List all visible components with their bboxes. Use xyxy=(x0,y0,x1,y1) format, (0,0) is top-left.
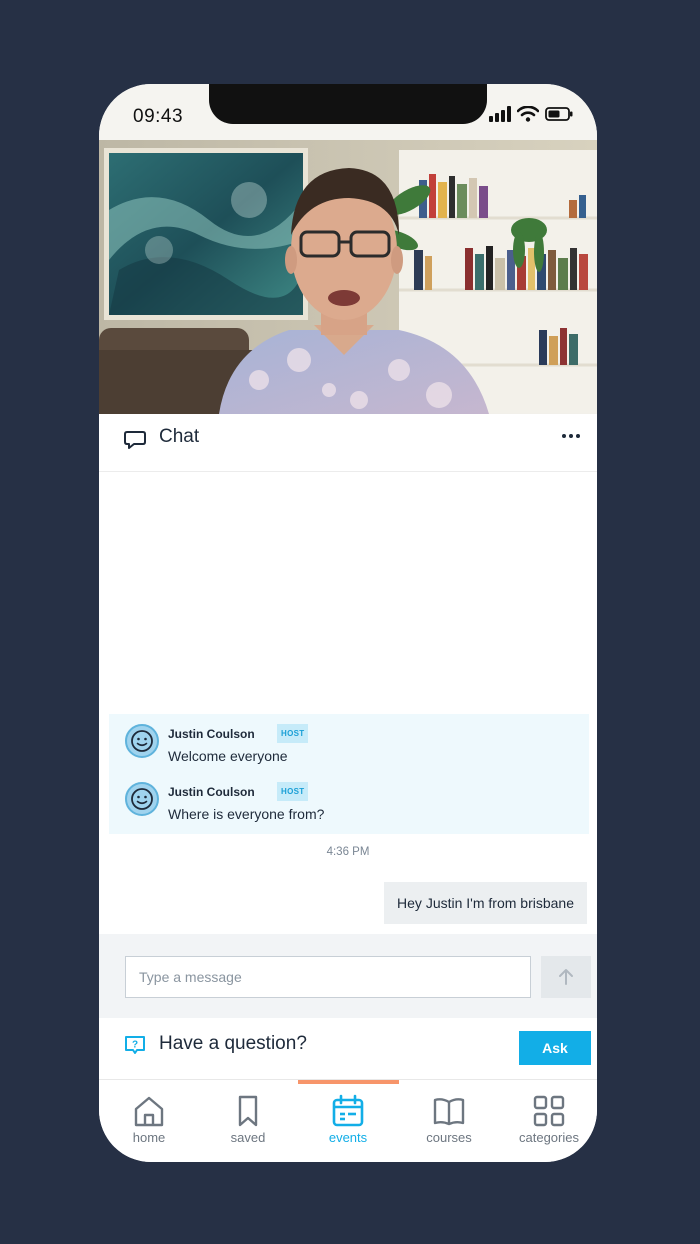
more-dot xyxy=(576,434,580,438)
bookmark-icon xyxy=(238,1095,258,1127)
nav-item-home[interactable]: home xyxy=(99,1094,199,1154)
smiley-icon xyxy=(131,730,153,752)
chat-messages[interactable]: Justin Coulson HOST Welcome everyone Jus… xyxy=(99,472,597,934)
send-button[interactable] xyxy=(541,956,591,998)
arrow-up-icon xyxy=(559,969,573,985)
home-icon xyxy=(134,1096,164,1127)
active-tab-indicator xyxy=(298,1080,399,1084)
grid-icon xyxy=(533,1095,565,1127)
nav-item-courses[interactable]: courses xyxy=(399,1094,499,1154)
message-composer xyxy=(99,934,597,1018)
nav-label: home xyxy=(132,1130,166,1145)
message-input[interactable] xyxy=(125,956,531,998)
wifi-icon xyxy=(517,106,539,122)
host-messages-block: Justin Coulson HOST Welcome everyone Jus… xyxy=(109,714,589,834)
chat-bubble-icon xyxy=(124,431,146,449)
chat-message: Justin Coulson HOST Welcome everyone xyxy=(125,724,565,768)
message-timestamp: 4:36 PM xyxy=(326,846,370,858)
chat-header: Chat xyxy=(99,414,597,472)
chat-message: Justin Coulson HOST Where is everyone fr… xyxy=(125,782,565,826)
book-icon xyxy=(433,1098,465,1126)
message-author: Justin Coulson xyxy=(168,727,255,741)
status-icons xyxy=(489,106,573,122)
nav-item-events[interactable]: events xyxy=(298,1094,398,1154)
chat-title: Chat xyxy=(159,426,200,447)
video-frame xyxy=(99,140,597,414)
bottom-navigation: home saved events courses categories xyxy=(99,1080,597,1162)
notch xyxy=(209,84,487,124)
video-player[interactable] xyxy=(99,140,597,414)
battery-icon xyxy=(545,107,573,121)
question-label: Have a question? xyxy=(159,1033,307,1054)
host-badge: HOST xyxy=(277,724,309,743)
nav-item-categories[interactable]: categories xyxy=(499,1094,597,1154)
message-text: Where is everyone from? xyxy=(168,806,325,822)
status-bar: 09:43 xyxy=(99,84,597,140)
question-bubble-icon: ? xyxy=(125,1036,145,1054)
nav-label: events xyxy=(328,1130,368,1145)
phone-frame: 09:43 Chat Justin Coulson HOST Welcome e… xyxy=(99,84,597,1162)
question-bar: ? Have a question? Ask xyxy=(99,1018,597,1080)
nav-item-saved[interactable]: saved xyxy=(198,1094,298,1154)
more-dot xyxy=(569,434,573,438)
more-dot xyxy=(562,434,566,438)
nav-label: saved xyxy=(230,1130,266,1145)
ask-button[interactable]: Ask xyxy=(519,1031,591,1065)
signal-icon xyxy=(489,106,511,122)
host-badge: HOST xyxy=(277,782,309,801)
status-time: 09:43 xyxy=(133,106,184,127)
message-text: Welcome everyone xyxy=(168,748,288,764)
nav-label: courses xyxy=(426,1130,472,1145)
svg-text:?: ? xyxy=(132,1040,138,1051)
avatar xyxy=(125,782,159,816)
own-message-bubble: Hey Justin I'm from brisbane xyxy=(384,882,587,924)
nav-label: categories xyxy=(519,1130,579,1145)
message-author: Justin Coulson xyxy=(168,785,255,799)
smiley-icon xyxy=(131,788,153,810)
calendar-icon xyxy=(332,1094,364,1127)
more-options-button[interactable] xyxy=(559,424,583,448)
avatar xyxy=(125,724,159,758)
